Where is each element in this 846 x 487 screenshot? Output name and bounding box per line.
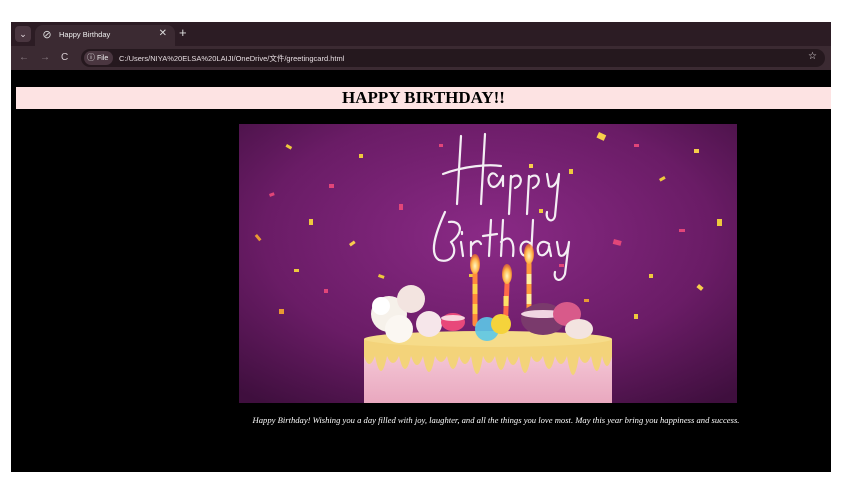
browser-toolbar: ← → C ⓘ File C:/Users/NIYA%20ELSA%20LAIJI… [11, 46, 831, 70]
address-bar[interactable]: ⓘ File C:/Users/NIYA%20ELSA%20LAIJI/OneDr… [81, 49, 825, 67]
reload-button[interactable]: C [61, 50, 68, 66]
site-chip-label: File [97, 55, 109, 62]
page-heading: HAPPY BIRTHDAY!! [16, 87, 831, 109]
url-text[interactable]: C:/Users/NIYA%20ELSA%20LAIJI/OneDrive/文件… [119, 53, 344, 64]
tab-title: Happy Birthday [59, 30, 111, 39]
close-icon[interactable]: ✕ [159, 28, 167, 39]
tab-search-button[interactable]: ⌄ [15, 26, 31, 42]
back-button[interactable]: ← [19, 50, 29, 66]
site-info-chip[interactable]: ⓘ File [84, 51, 114, 65]
birthday-cake-image [239, 124, 737, 403]
new-tab-button[interactable]: + [179, 25, 187, 41]
tab-strip: ⌄ ⊘ Happy Birthday ✕ + [11, 22, 831, 46]
forward-button[interactable]: → [40, 50, 50, 66]
browser-window: ⌄ ⊘ Happy Birthday ✕ + ← → C ⓘ File C:/Us… [11, 22, 831, 472]
birthday-message: Happy Birthday! Wishing you a day filled… [252, 415, 740, 425]
page-content: HAPPY BIRTHDAY!! Happy Birthday! Wishing… [11, 70, 831, 472]
globe-icon: ⊘ [42, 29, 52, 41]
bookmark-star-icon[interactable]: ☆ [808, 51, 817, 62]
info-icon: ⓘ [87, 53, 95, 62]
tab-happy-birthday[interactable]: ⊘ Happy Birthday ✕ [35, 25, 175, 46]
